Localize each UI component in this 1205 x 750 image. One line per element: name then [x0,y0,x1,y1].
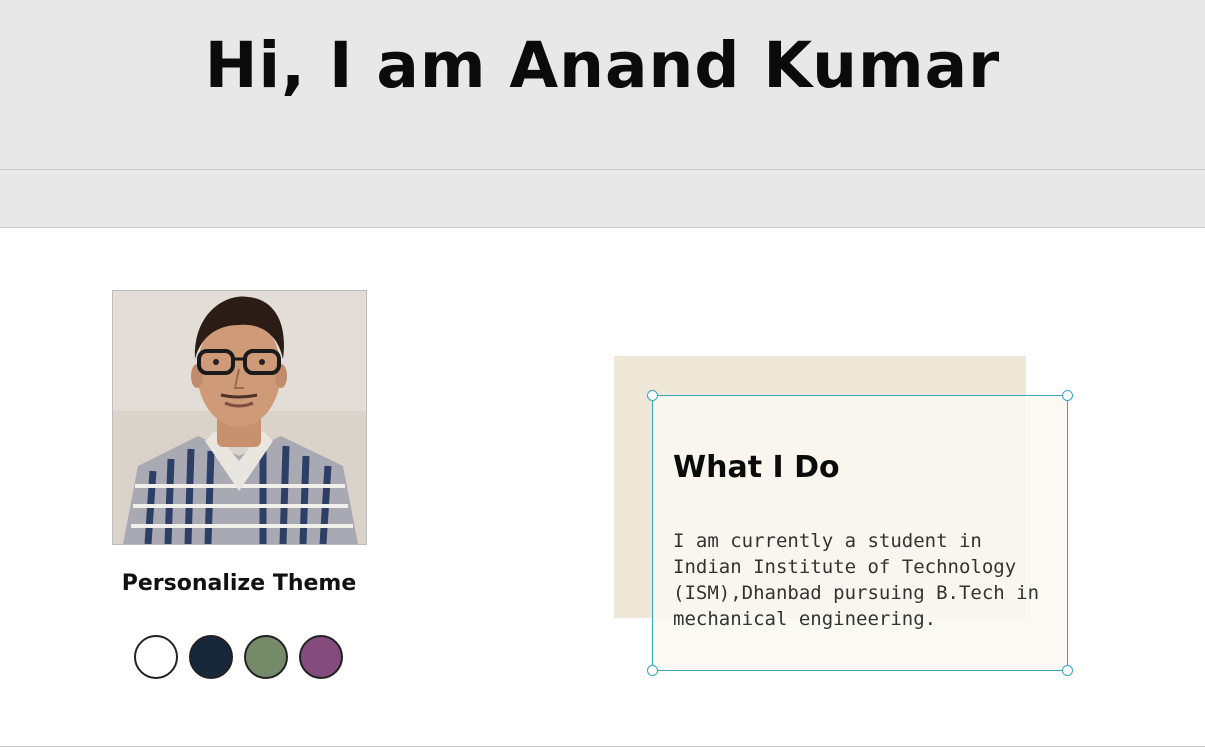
personalize-theme-title: Personalize Theme [121,571,357,596]
what-i-do-text: I am currently a student in Indian Insti… [673,530,1040,630]
profile-photo [112,290,367,545]
footer-divider [0,746,1205,747]
theme-swatch-group [134,635,343,679]
what-i-do-heading: What I Do [673,450,840,485]
page-header: Hi, I am Anand Kumar [0,0,1205,170]
resize-handle-top-left[interactable] [647,390,658,401]
theme-swatch-plum[interactable] [299,635,343,679]
what-i-do-card[interactable]: What I Do I am currently a student in In… [647,390,1073,676]
resize-handle-bottom-right[interactable] [1062,665,1073,676]
profile-photo-image [113,291,366,544]
resize-handle-bottom-left[interactable] [647,665,658,676]
navigation-bar [0,170,1205,228]
theme-swatch-sage-green[interactable] [244,635,288,679]
theme-swatch-white[interactable] [134,635,178,679]
page-title: Hi, I am Anand Kumar [204,29,1001,102]
resize-handle-top-right[interactable] [1062,390,1073,401]
theme-swatch-navy[interactable] [189,635,233,679]
